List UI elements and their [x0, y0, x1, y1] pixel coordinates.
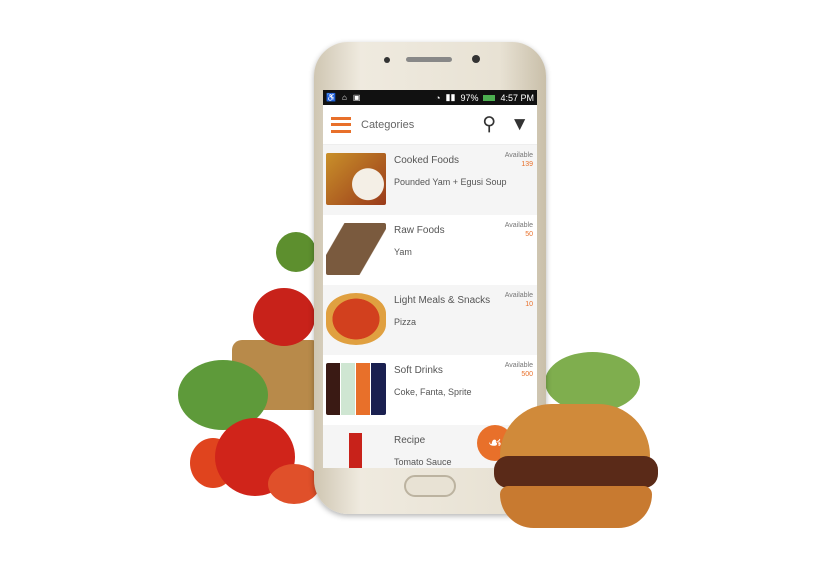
- category-list: Cooked Foods Pounded Yam + Egusi Soup Ava…: [323, 145, 537, 468]
- available-count: 50: [525, 231, 533, 238]
- notification-icon: ⌂: [341, 93, 347, 102]
- filter-icon[interactable]: ▼: [510, 114, 529, 136]
- page-title: Categories: [361, 118, 415, 131]
- available-count: 500: [521, 371, 533, 378]
- pizza-image: [326, 293, 386, 345]
- broccoli-image: [276, 232, 316, 272]
- category-item-light-meals[interactable]: Light Meals & Snacks Pizza Available 10: [323, 285, 537, 355]
- availability: Available 500: [504, 362, 533, 378]
- category-item: Coke, Fanta, Sprite: [394, 387, 472, 397]
- category-item-soft-drinks[interactable]: Soft Drinks Coke, Fanta, Sprite Available…: [323, 355, 537, 425]
- burger-patty: [494, 456, 658, 488]
- burger-image: [500, 404, 650, 464]
- signal-icon: ▮▮: [445, 92, 456, 102]
- burger-bun-bottom: [500, 486, 652, 528]
- availability: Available 50: [504, 222, 533, 238]
- wifi-icon: ◔: [435, 92, 441, 103]
- speaker: [406, 57, 452, 62]
- soft-drinks-image: [326, 363, 386, 415]
- app-bar: Categories ⚲ ▼: [323, 105, 537, 145]
- category-item: Pounded Yam + Egusi Soup: [394, 177, 507, 187]
- message-icon: ▣: [352, 93, 361, 102]
- category-item-raw-foods[interactable]: Raw Foods Yam Available 50: [323, 215, 537, 285]
- clock: 4:57 PM: [500, 92, 534, 103]
- available-count: 10: [525, 301, 533, 308]
- lettuce-image: [545, 352, 640, 412]
- tomato-image: [268, 464, 320, 504]
- front-camera: [472, 55, 480, 63]
- tomato-sauce-image: [326, 433, 386, 468]
- pepper-image: [253, 288, 315, 346]
- availability: Available 139: [504, 152, 533, 168]
- yam-image: [326, 223, 386, 275]
- hamburger-menu-icon[interactable]: [331, 116, 351, 133]
- category-item-cooked-foods[interactable]: Cooked Foods Pounded Yam + Egusi Soup Ava…: [323, 145, 537, 215]
- availability: Available 10: [504, 292, 533, 308]
- notification-icon: ♿: [326, 93, 336, 102]
- cooked-food-image: [326, 153, 386, 205]
- battery-icon: [483, 94, 496, 101]
- available-count: 139: [521, 161, 533, 168]
- battery-level: 97%: [460, 92, 479, 103]
- status-bar: ♿ ⌂ ▣ ◔ ▮▮ 97% 4:57 PM: [323, 90, 537, 105]
- home-button: [404, 475, 456, 497]
- sensor: [384, 57, 390, 63]
- search-icon[interactable]: ⚲: [482, 113, 496, 136]
- app-screen: ♿ ⌂ ▣ ◔ ▮▮ 97% 4:57 PM Categories ⚲ ▼ Cook…: [323, 90, 537, 468]
- category-item: Yam: [394, 247, 412, 257]
- category-item: Pizza: [394, 317, 417, 327]
